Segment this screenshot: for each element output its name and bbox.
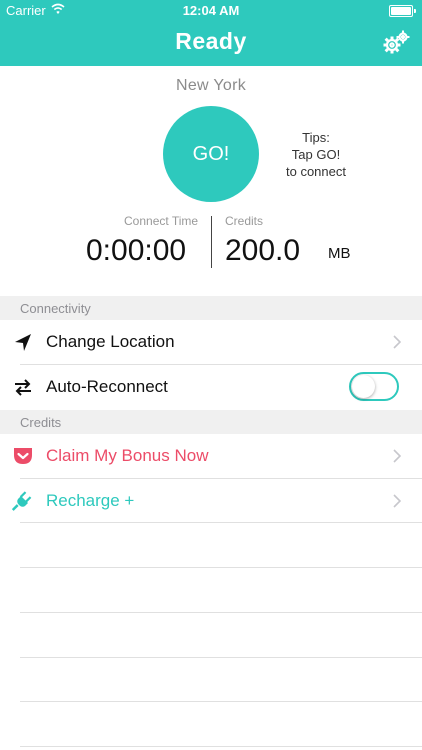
toggle-knob xyxy=(352,375,375,398)
page-title: Ready xyxy=(175,28,247,54)
change-location-label: Change Location xyxy=(46,332,175,351)
connect-time-value: 0:00:00 xyxy=(86,234,187,267)
chevron-right-icon xyxy=(393,494,401,508)
row-separator xyxy=(20,567,422,568)
tips-line: Tap GO! xyxy=(291,147,341,162)
tips-text: Tips: Tap GO! to connect xyxy=(276,129,356,180)
go-button[interactable]: GO! xyxy=(163,106,259,202)
chevron-right-icon xyxy=(393,449,401,463)
row-separator xyxy=(20,657,422,658)
row-separator xyxy=(20,522,422,523)
row-separator xyxy=(20,701,422,702)
plug-icon xyxy=(12,491,32,511)
chevron-right-icon xyxy=(393,335,401,349)
row-separator xyxy=(20,746,422,747)
tips-line: Tips: xyxy=(302,130,330,145)
stats-divider xyxy=(211,216,212,268)
swap-arrows-icon xyxy=(15,379,31,396)
status-bar: Carrier 12:04 AM xyxy=(0,0,422,22)
credits-unit: MB xyxy=(328,245,351,262)
gear-icon[interactable] xyxy=(382,29,410,55)
section-title: Connectivity xyxy=(20,301,91,316)
section-title: Credits xyxy=(20,415,62,430)
pocket-icon xyxy=(14,448,32,464)
row-separator xyxy=(20,612,422,613)
section-header-credits: Credits xyxy=(0,410,422,434)
claim-bonus-label: Claim My Bonus Now xyxy=(46,446,209,465)
section-header-connectivity: Connectivity xyxy=(0,296,422,320)
location-label: New York xyxy=(176,77,246,94)
auto-reconnect-toggle[interactable] xyxy=(349,372,399,401)
tips-line: to connect xyxy=(286,164,346,179)
auto-reconnect-label: Auto-Reconnect xyxy=(46,377,168,396)
battery-icon xyxy=(389,5,416,17)
claim-bonus-row[interactable]: Claim My Bonus Now xyxy=(0,434,422,478)
auto-reconnect-row: Auto-Reconnect xyxy=(0,365,422,409)
top-bar: Carrier 12:04 AM Ready xyxy=(0,0,422,66)
recharge-row[interactable]: Recharge + xyxy=(0,479,422,523)
location-arrow-icon xyxy=(15,334,31,351)
change-location-row[interactable]: Change Location xyxy=(0,320,422,364)
recharge-label: Recharge + xyxy=(46,491,135,510)
connect-time-label: Connect Time xyxy=(124,214,199,228)
status-time: 12:04 AM xyxy=(182,3,240,18)
credits-label: Credits xyxy=(225,214,264,228)
credits-value: 200.0 xyxy=(225,234,301,267)
